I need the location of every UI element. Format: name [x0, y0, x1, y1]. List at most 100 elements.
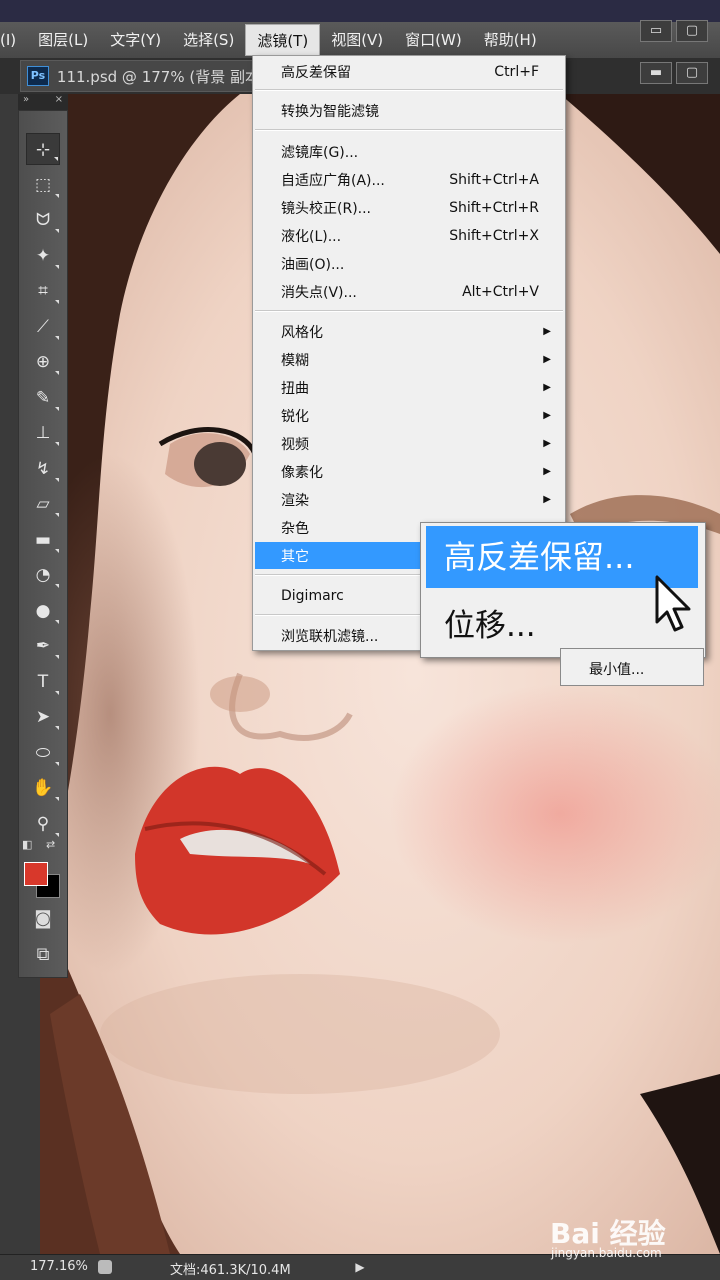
blur-label: 模糊 — [281, 352, 309, 369]
menubar: (I) 图层(L) 文字(Y) 选择(S) 滤镜(T) 视图(V) 窗口(W) … — [0, 22, 720, 58]
menu-separator — [255, 310, 563, 312]
filter-gallery-item[interactable]: 滤镜库(G)... — [255, 138, 563, 165]
lasso-tool-icon[interactable]: ᗢ — [26, 204, 60, 236]
document-tab[interactable]: Ps 111.psd @ 177% (背景 副本 — [20, 60, 260, 92]
menu-filter[interactable]: 滤镜(T) — [245, 24, 321, 56]
liquify-shortcut: Shift+Ctrl+X — [449, 227, 539, 244]
noise-label: 杂色 — [281, 520, 309, 537]
liquify-label: 液化(L)... — [281, 228, 342, 245]
submenu-arrow-icon: ▶ — [543, 354, 551, 365]
menu-help[interactable]: 帮助(H) — [473, 24, 548, 56]
document-title: 111.psd @ 177% (背景 副本 — [56, 67, 259, 86]
pen-tool-icon[interactable]: ✒ — [26, 630, 60, 662]
photoshop-logo-icon: Ps — [27, 66, 49, 86]
menu-layer[interactable]: 图层(L) — [27, 24, 99, 56]
brush-tool-icon[interactable]: ✎ — [26, 382, 60, 414]
lens-correction-label: 镜头校正(R)... — [281, 200, 372, 217]
render-item[interactable]: 渲染 ▶ — [255, 486, 563, 513]
other-label: 其它 — [281, 548, 309, 565]
distort-item[interactable]: 扭曲 ▶ — [255, 374, 563, 401]
ellipse-tool-icon[interactable]: ⬭ — [26, 737, 60, 769]
vanishing-point-item[interactable]: 消失点(V)... Alt+Ctrl+V — [255, 278, 563, 305]
watermark-url: jingyan.baidu.com — [551, 1246, 662, 1260]
menu-window[interactable]: 窗口(W) — [394, 24, 473, 56]
submenu-arrow-icon: ▶ — [543, 382, 551, 393]
adaptive-wide-angle-item[interactable]: 自适应广角(A)... Shift+Ctrl+A — [255, 166, 563, 193]
close-panel-icon[interactable]: × — [55, 94, 63, 110]
oil-paint-item[interactable]: 油画(O)... — [255, 250, 563, 277]
menu-view[interactable]: 视图(V) — [320, 24, 394, 56]
default-colors-icon[interactable]: ◧ — [22, 838, 32, 851]
pixelate-item[interactable]: 像素化 ▶ — [255, 458, 563, 485]
quick-mask-icon[interactable]: ◙ — [30, 908, 56, 930]
blur-item[interactable]: 模糊 ▶ — [255, 346, 563, 373]
offset-item[interactable]: 位移... — [444, 600, 536, 650]
lens-correction-item[interactable]: 镜头校正(R)... Shift+Ctrl+R — [255, 194, 563, 221]
submenu-arrow-icon: ▶ — [543, 494, 551, 505]
minimize-app-button[interactable]: ▭ — [640, 20, 672, 42]
vanishing-point-label: 消失点(V)... — [281, 284, 357, 301]
marquee-tool-icon[interactable]: ⬚ — [26, 169, 60, 201]
last-filter-item[interactable]: 高反差保留 Ctrl+F — [255, 58, 563, 85]
sharpen-item[interactable]: 锐化 ▶ — [255, 402, 563, 429]
last-filter-shortcut: Ctrl+F — [494, 63, 539, 80]
browse-online-filters-label: 浏览联机滤镜... — [281, 628, 379, 645]
restore-doc-button[interactable]: ▢ — [676, 62, 708, 84]
eyedropper-icon[interactable]: ⟋ — [26, 311, 60, 343]
magic-wand-icon[interactable]: ✦ — [26, 240, 60, 272]
convert-smart-filter-item[interactable]: 转换为智能滤镜 — [255, 97, 563, 124]
zoom-level[interactable]: 177.16% — [30, 1259, 88, 1274]
zoom-tool-icon[interactable]: ⚲ — [26, 808, 60, 840]
eraser-icon[interactable]: ▱ — [26, 488, 60, 520]
menu-select[interactable]: 选择(S) — [172, 24, 245, 56]
blur-tool-icon[interactable]: ◔ — [26, 559, 60, 591]
mouse-cursor-icon — [655, 575, 691, 632]
status-menu-arrow-icon[interactable]: ▶ — [350, 1257, 370, 1277]
title-strip — [0, 0, 720, 22]
dodge-tool-icon[interactable]: ● — [26, 595, 60, 627]
restore-app-button[interactable]: ▢ — [676, 20, 708, 42]
submenu-arrow-icon: ▶ — [543, 326, 551, 337]
submenu-arrow-icon: ▶ — [543, 466, 551, 477]
document-size-info: 文档:461.3K/10.4M — [170, 1263, 291, 1278]
menu-type[interactable]: 文字(Y) — [99, 24, 172, 56]
minimize-doc-button[interactable]: ▬ — [640, 62, 672, 84]
status-info-icon[interactable] — [98, 1260, 112, 1274]
video-item[interactable]: 视频 ▶ — [255, 430, 563, 457]
menu-item-partial[interactable]: (I) — [0, 24, 27, 56]
baidu-jingyan-watermark: Bai 经验 jingyan.baidu.com — [550, 1212, 666, 1260]
pixelate-label: 像素化 — [281, 464, 323, 481]
swap-colors-icon[interactable]: ⇄ — [46, 838, 55, 851]
stylize-label: 风格化 — [281, 324, 323, 341]
hand-tool-icon[interactable]: ✋ — [26, 772, 60, 804]
minimum-item[interactable]: 最小值... — [560, 648, 704, 686]
submenu-arrow-icon: ▶ — [543, 410, 551, 421]
distort-label: 扭曲 — [281, 380, 309, 397]
sharpen-label: 锐化 — [281, 408, 309, 425]
oil-paint-label: 油画(O)... — [281, 256, 345, 273]
path-select-icon[interactable]: ➤ — [26, 701, 60, 733]
menu-separator — [255, 129, 563, 131]
collapse-panel-icon[interactable]: » — [23, 94, 29, 110]
screen-mode-icon[interactable]: ⧉ — [30, 944, 56, 966]
vanishing-point-shortcut: Alt+Ctrl+V — [462, 283, 539, 300]
gradient-icon[interactable]: ▬ — [26, 524, 60, 556]
video-label: 视频 — [281, 436, 309, 453]
healing-brush-icon[interactable]: ⊕ — [26, 346, 60, 378]
render-label: 渲染 — [281, 492, 309, 509]
stamp-tool-icon[interactable]: ⊥ — [26, 417, 60, 449]
other-item[interactable]: 其它 — [255, 542, 421, 569]
menu-separator — [255, 89, 563, 91]
liquify-item[interactable]: 液化(L)... Shift+Ctrl+X — [255, 222, 563, 249]
type-tool-icon[interactable]: T — [26, 666, 60, 698]
move-tool-icon[interactable]: ⊹ — [26, 133, 60, 165]
history-brush-icon[interactable]: ↯ — [26, 453, 60, 485]
tools-panel-header: » × — [18, 94, 68, 110]
adaptive-wide-angle-shortcut: Shift+Ctrl+A — [449, 171, 539, 188]
convert-smart-filter-label: 转换为智能滤镜 — [281, 103, 379, 120]
digimarc-label: Digimarc — [281, 587, 344, 604]
crop-tool-icon[interactable]: ⌗ — [26, 275, 60, 307]
stylize-item[interactable]: 风格化 ▶ — [255, 318, 563, 345]
foreground-color-swatch[interactable] — [24, 862, 48, 886]
submenu-arrow-icon: ▶ — [543, 438, 551, 449]
